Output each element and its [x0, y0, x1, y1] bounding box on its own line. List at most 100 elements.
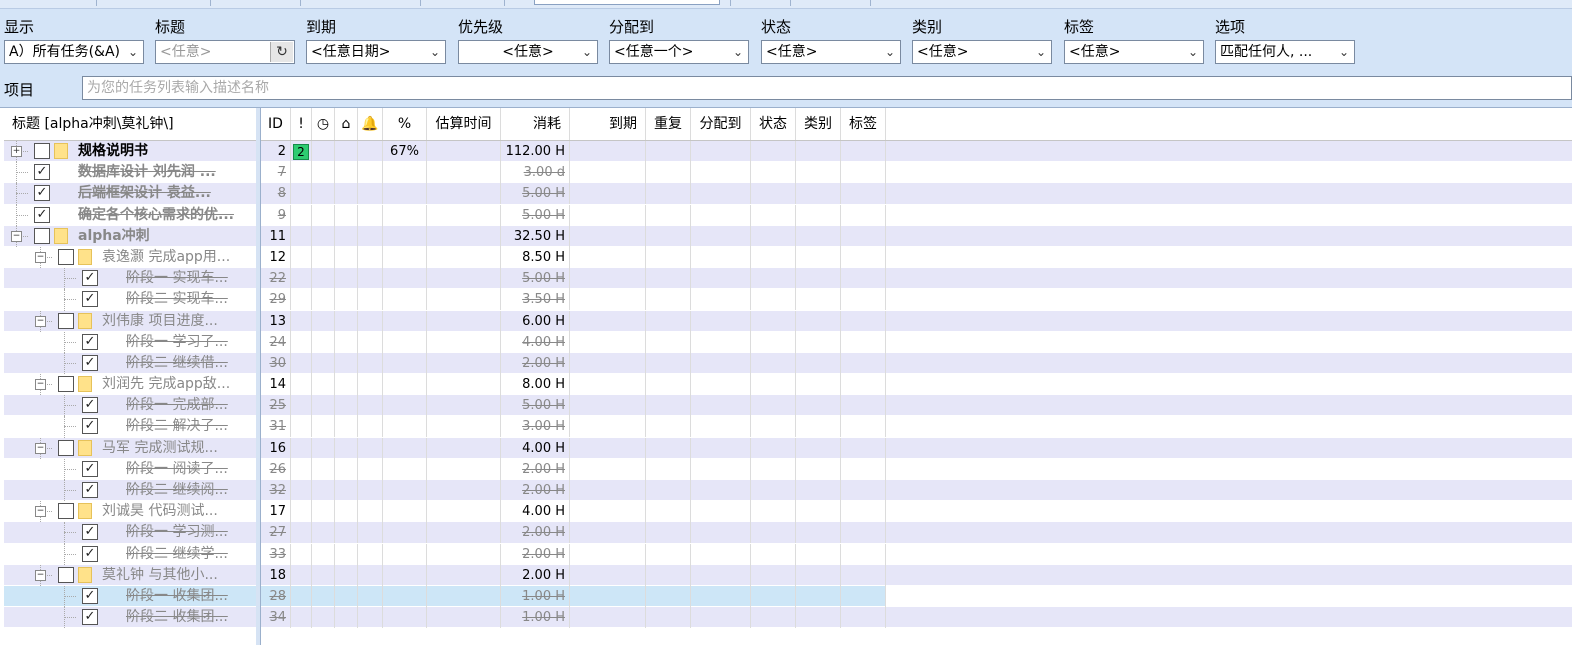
task-checkbox[interactable]: [34, 143, 50, 159]
toolbar-search-box[interactable]: [534, 0, 720, 5]
chevron-down-icon[interactable]: ⌄: [1187, 43, 1199, 61]
task-row[interactable]: 31 3.00 H: [261, 416, 1572, 438]
filter-dropdown[interactable]: 匹配任何人, ... ⌄: [1215, 40, 1355, 64]
task-checkbox-checked[interactable]: ✓: [82, 333, 98, 350]
expand-icon[interactable]: +: [11, 146, 22, 157]
task-tree-row[interactable]: − alpha冲刺: [4, 225, 256, 247]
task-title[interactable]: 阶段二 解决了...: [126, 416, 254, 437]
task-title[interactable]: 阶段一 学习了...: [126, 332, 254, 353]
bell-icon[interactable]: 🔔: [358, 108, 383, 140]
collapse-icon[interactable]: −: [35, 569, 46, 581]
column-header-status[interactable]: 状态: [751, 108, 796, 140]
task-tree-row[interactable]: ✓ 阶段一 收集团...: [4, 585, 256, 608]
project-name-input[interactable]: 为您的任务列表输入描述名称: [82, 76, 1572, 100]
task-tree-row[interactable]: ✓ 阶段二 继续借...: [4, 352, 256, 375]
task-tree-row[interactable]: ✓ 后端框架设计 袁益...: [4, 183, 256, 205]
task-row[interactable]: 24 4.00 H: [261, 331, 1572, 353]
chevron-down-icon[interactable]: ⌄: [884, 43, 896, 61]
collapse-icon[interactable]: −: [35, 251, 46, 263]
task-title[interactable]: 阶段二 收集团...: [126, 607, 254, 628]
task-row[interactable]: 11 32.50 H: [261, 225, 1572, 247]
task-tree-row[interactable]: ✓ 阶段一 学习测...: [4, 522, 256, 544]
task-tree-row[interactable]: − 莫礼钟 与其他小...: [4, 564, 256, 586]
task-tree-row[interactable]: ✓ 阶段二 继续学...: [4, 543, 256, 565]
task-tree-row[interactable]: ✓ 阶段一 阅读了...: [4, 458, 256, 480]
task-title[interactable]: 阶段一 实现车...: [126, 268, 254, 289]
task-checkbox-checked[interactable]: ✓: [34, 164, 50, 181]
task-checkbox[interactable]: [58, 566, 74, 583]
task-title[interactable]: 数据库设计 刘先润 ...: [78, 162, 254, 183]
task-row[interactable]: 27 2.00 H: [261, 522, 1572, 544]
filter-dropdown[interactable]: <任意> ⌄: [761, 40, 901, 64]
column-header-percent[interactable]: %: [383, 108, 427, 140]
task-checkbox-checked[interactable]: ✓: [82, 418, 98, 435]
task-checkbox-checked[interactable]: ✓: [82, 587, 98, 604]
task-checkbox[interactable]: [58, 248, 74, 265]
task-title[interactable]: 阶段二 实现车...: [126, 289, 254, 310]
column-header-tags[interactable]: 标签: [841, 108, 886, 140]
task-row[interactable]: 30 2.00 H: [261, 352, 1572, 375]
task-title[interactable]: 阶段一 学习测...: [126, 522, 254, 543]
task-checkbox-checked[interactable]: ✓: [82, 354, 98, 371]
task-row[interactable]: 18 2.00 H: [261, 564, 1572, 586]
task-row[interactable]: 7 3.00 d: [261, 162, 1572, 184]
task-tree-row[interactable]: ✓ 阶段二 解决了...: [4, 416, 256, 438]
chevron-down-icon[interactable]: ⌄: [127, 43, 139, 61]
task-row[interactable]: 14 8.00 H: [261, 374, 1572, 396]
task-title[interactable]: alpha冲刺: [78, 226, 254, 247]
task-row[interactable]: 34 1.00 H: [261, 607, 1572, 629]
folder-icon[interactable]: ⌂: [335, 108, 358, 140]
task-row[interactable]: 2 2 67% 112.00 H: [261, 141, 1572, 163]
task-tree-row[interactable]: − 刘润先 完成app敌...: [4, 374, 256, 396]
task-checkbox-checked[interactable]: ✓: [82, 270, 98, 287]
task-checkbox-checked[interactable]: ✓: [82, 524, 98, 541]
column-header-category[interactable]: 类别: [796, 108, 841, 140]
task-checkbox-checked[interactable]: ✓: [82, 482, 98, 498]
column-header-due[interactable]: 到期: [570, 108, 646, 140]
collapse-icon[interactable]: −: [35, 379, 46, 391]
task-row[interactable]: 9 5.00 H: [261, 204, 1572, 226]
task-checkbox-checked[interactable]: ✓: [82, 460, 98, 477]
task-row[interactable]: 17 4.00 H: [261, 501, 1572, 523]
task-title[interactable]: 阶段一 完成部...: [126, 395, 254, 416]
task-title[interactable]: 规格说明书: [78, 141, 254, 162]
task-row[interactable]: 26 2.00 H: [261, 458, 1572, 480]
task-checkbox[interactable]: [58, 376, 74, 393]
task-checkbox[interactable]: [58, 439, 74, 456]
task-tree-row[interactable]: ✓ 阶段二 实现车...: [4, 289, 256, 311]
task-tree-row[interactable]: − 刘诚昊 代码测试...: [4, 501, 256, 523]
task-row[interactable]: 12 8.50 H: [261, 246, 1572, 269]
filter-dropdown[interactable]: <任意> ⌄: [912, 40, 1052, 64]
task-title[interactable]: 阶段二 继续借...: [126, 353, 254, 374]
task-tree-row[interactable]: − 马军 完成测试规...: [4, 437, 256, 459]
task-checkbox-checked[interactable]: ✓: [82, 609, 98, 626]
collapse-icon[interactable]: −: [35, 506, 46, 518]
task-title[interactable]: 后端框架设计 袁益...: [78, 183, 254, 204]
task-row[interactable]: 33 2.00 H: [261, 543, 1572, 565]
exclamation-icon[interactable]: !: [291, 108, 312, 140]
task-tree-row[interactable]: ✓ 数据库设计 刘先润 ...: [4, 162, 256, 184]
filter-dropdown[interactable]: A）所有任务(&A) ⌄: [4, 40, 144, 64]
task-checkbox-checked[interactable]: ✓: [34, 185, 50, 202]
task-title[interactable]: 刘伟康 项目进度...: [102, 311, 254, 332]
task-title[interactable]: 刘润先 完成app敌...: [102, 374, 254, 395]
task-row[interactable]: 25 5.00 H: [261, 395, 1572, 417]
task-title[interactable]: 莫礼钟 与其他小...: [102, 565, 254, 586]
task-tree-row[interactable]: ✓ 阶段一 实现车...: [4, 268, 256, 290]
refresh-icon[interactable]: ↻: [270, 42, 293, 62]
task-checkbox-checked[interactable]: ✓: [34, 206, 50, 223]
task-checkbox[interactable]: [34, 227, 50, 244]
collapse-icon[interactable]: −: [35, 442, 46, 454]
chevron-down-icon[interactable]: ⌄: [429, 43, 441, 61]
chevron-down-icon[interactable]: ⌄: [581, 43, 593, 61]
task-tree-row[interactable]: ✓ 阶段二 收集团...: [4, 607, 256, 629]
task-title[interactable]: 阶段一 收集团...: [126, 586, 254, 607]
task-title[interactable]: 阶段一 阅读了...: [126, 459, 254, 480]
task-tree-row[interactable]: ✓ 确定各个核心需求的优...: [4, 204, 256, 226]
task-tree-row[interactable]: ✓ 阶段一 完成部...: [4, 395, 256, 417]
task-row[interactable]: 16 4.00 H: [261, 437, 1572, 459]
task-checkbox[interactable]: [58, 503, 74, 520]
task-tree-row[interactable]: − 袁逸灏 完成app用...: [4, 246, 256, 269]
task-title[interactable]: 阶段二 继续学...: [126, 544, 254, 565]
task-row[interactable]: 29 3.50 H: [261, 289, 1572, 311]
